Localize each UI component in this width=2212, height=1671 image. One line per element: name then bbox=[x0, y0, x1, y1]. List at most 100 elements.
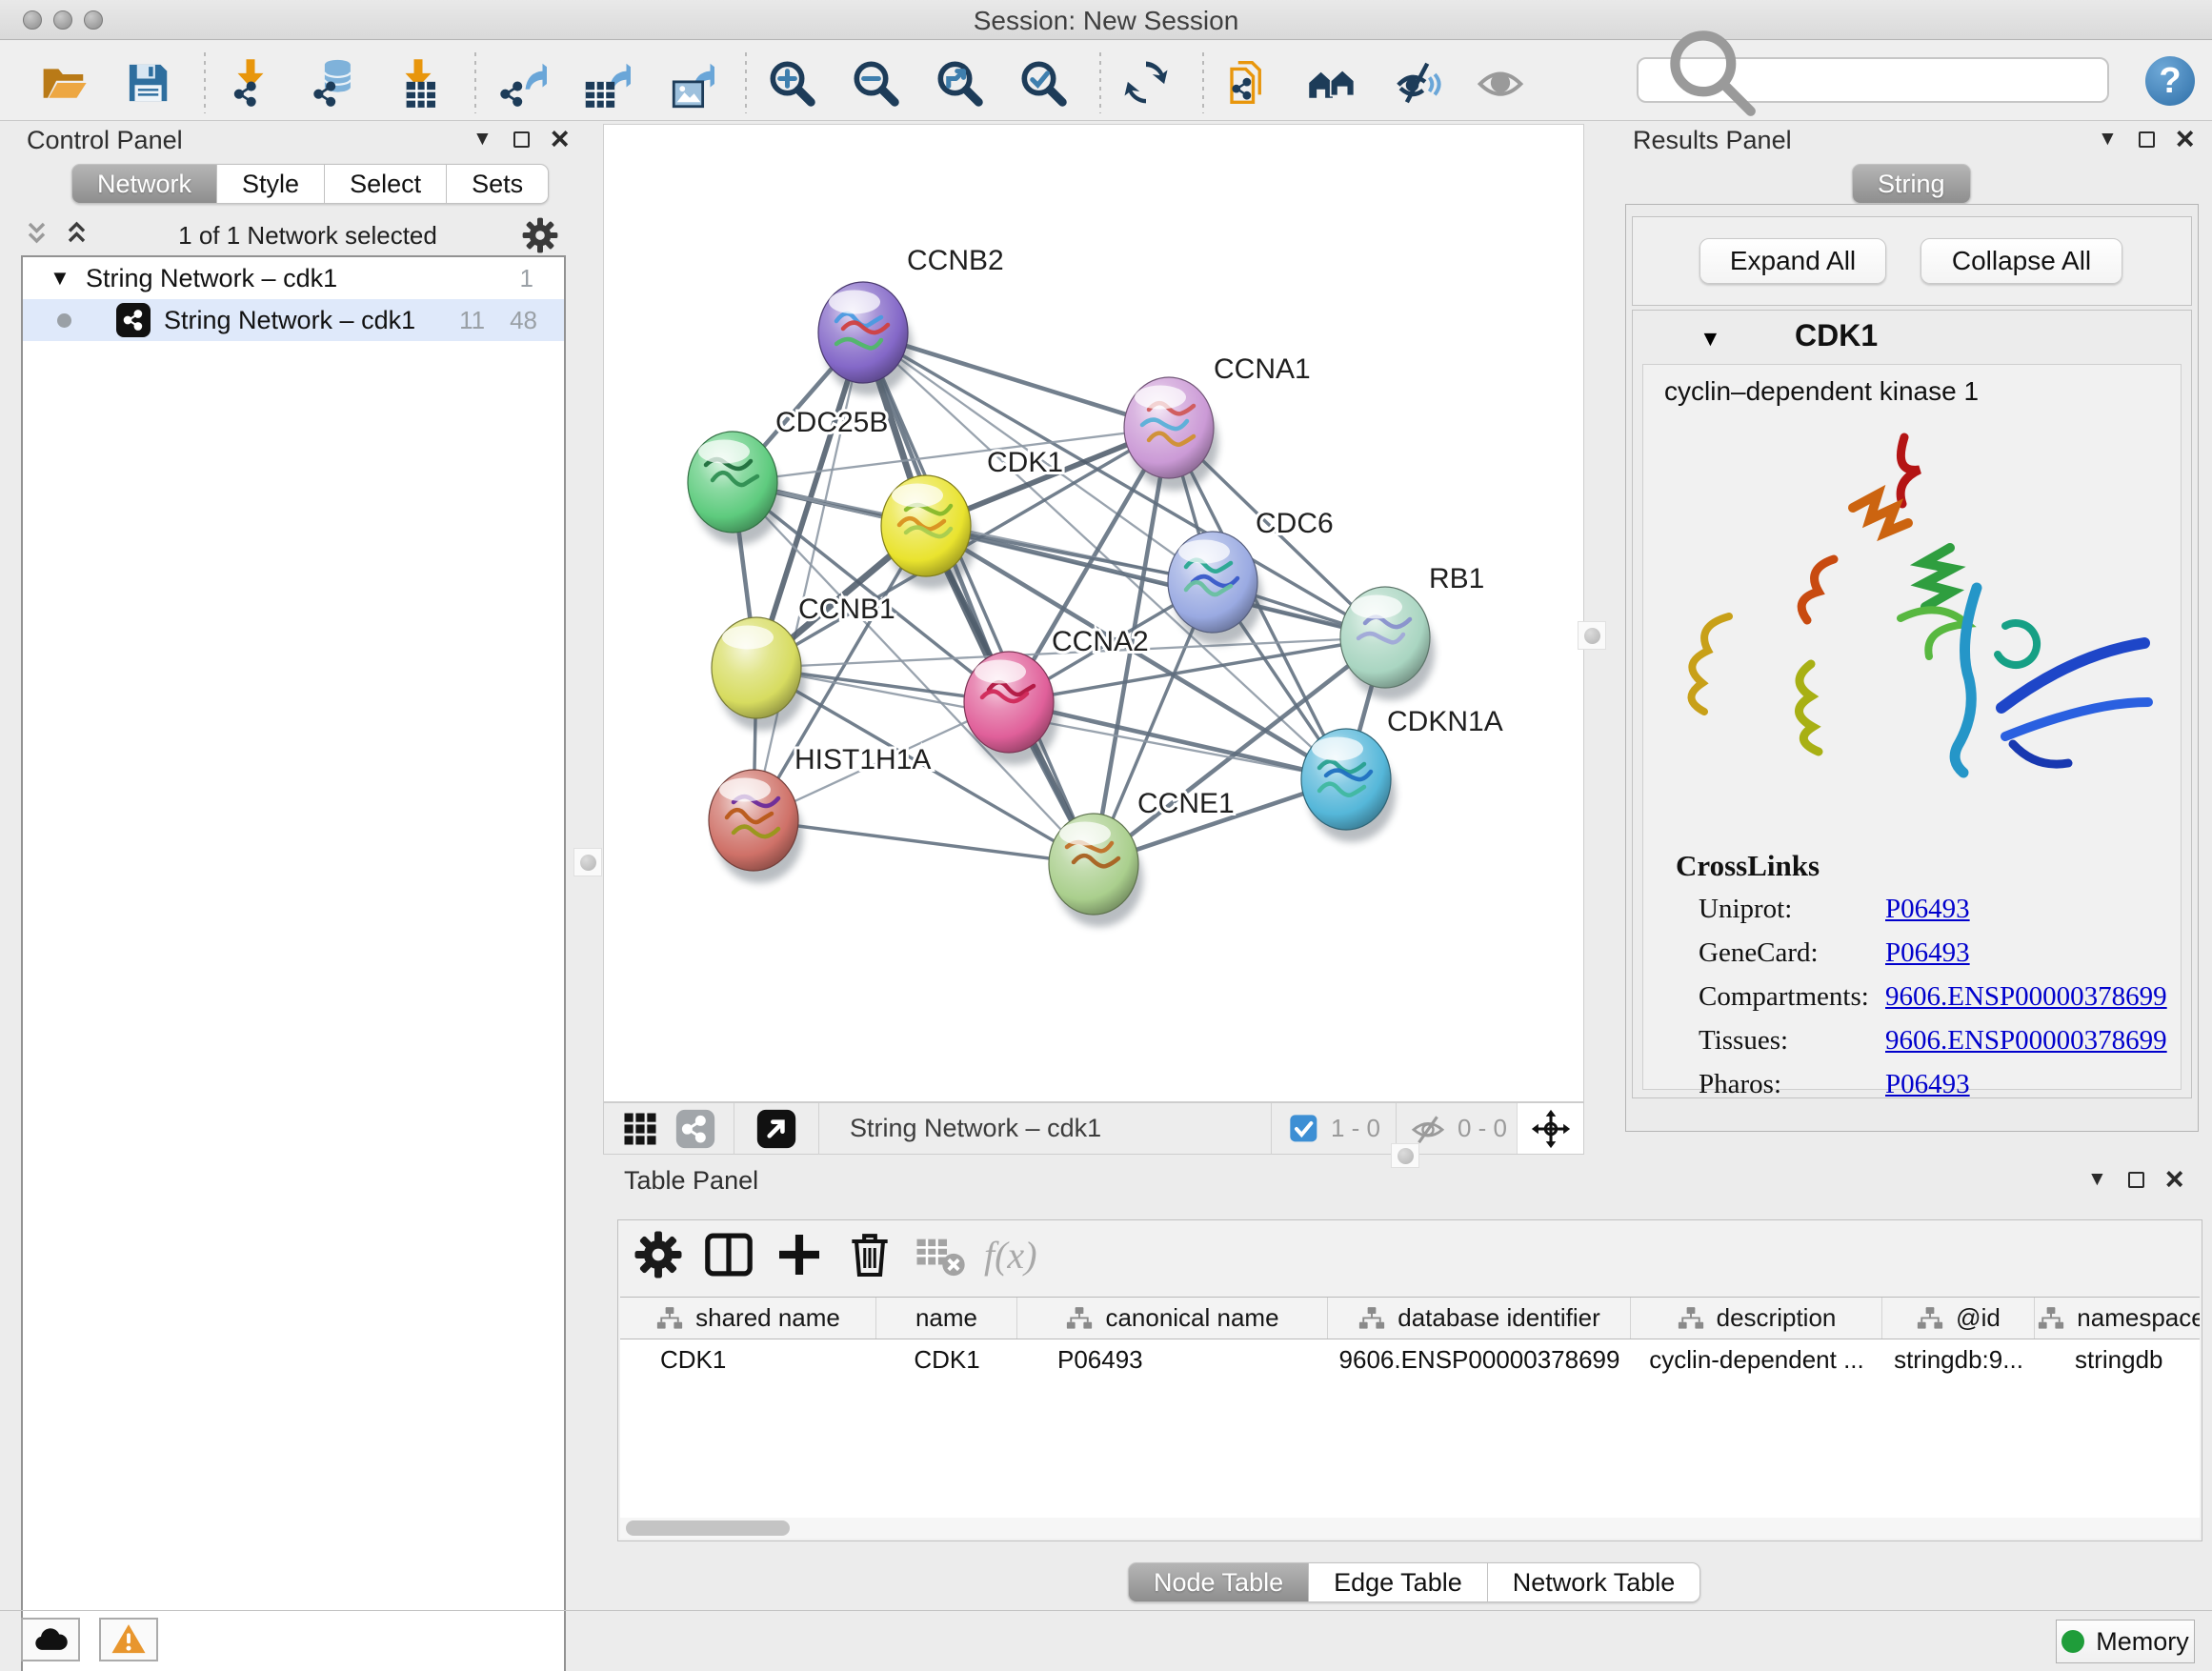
add-column-icon[interactable] bbox=[773, 1228, 826, 1281]
tree-expander-icon[interactable]: ▼ bbox=[50, 266, 78, 291]
network-edge[interactable] bbox=[863, 332, 1094, 864]
network-tree-network-row[interactable]: String Network – cdk1 11 48 bbox=[23, 299, 564, 341]
control-panel-float-icon[interactable] bbox=[513, 131, 530, 148]
column-header[interactable]: database identifier bbox=[1328, 1298, 1631, 1339]
hide-graphics-details-button[interactable] bbox=[1389, 55, 1444, 111]
left-splitter-handle[interactable] bbox=[573, 848, 602, 876]
search-input[interactable] bbox=[1784, 61, 2107, 99]
table-panel-title: Table Panel bbox=[624, 1166, 758, 1196]
crosslink-value-link[interactable]: P06493 bbox=[1885, 894, 1970, 925]
save-session-button[interactable] bbox=[120, 55, 175, 111]
table-settings-icon[interactable] bbox=[632, 1228, 685, 1281]
crosslink-value-link[interactable]: P06493 bbox=[1885, 1069, 1970, 1100]
network-edge[interactable] bbox=[754, 820, 1094, 864]
tab-style[interactable]: Style bbox=[217, 164, 325, 204]
control-panel-close-icon[interactable]: × bbox=[551, 130, 570, 149]
gear-icon[interactable] bbox=[520, 215, 560, 255]
column-header[interactable]: @id bbox=[1882, 1298, 2035, 1339]
tab-sets[interactable]: Sets bbox=[447, 164, 549, 204]
collapse-all-icon[interactable] bbox=[21, 218, 55, 252]
warnings-button[interactable] bbox=[99, 1618, 158, 1661]
network-selection-status: 1 of 1 Network selected bbox=[95, 221, 520, 251]
control-panel-menu-icon[interactable]: ▼ bbox=[473, 128, 493, 151]
help-button[interactable]: ? bbox=[2145, 56, 2195, 106]
table-cell: stringdb:9... bbox=[1882, 1345, 2035, 1375]
zoom-fit-button[interactable] bbox=[932, 55, 987, 111]
import-table-from-file-button[interactable] bbox=[391, 55, 446, 111]
network-share-icon[interactable] bbox=[674, 1108, 716, 1150]
external-link-icon[interactable] bbox=[755, 1108, 797, 1150]
protein-expander-icon[interactable]: ▼ bbox=[1699, 326, 1721, 352]
network-node-ccna1[interactable]: CCNA1 bbox=[1124, 353, 1311, 491]
node-label: CCNB1 bbox=[798, 594, 895, 625]
column-header[interactable]: shared name bbox=[620, 1298, 876, 1339]
import-network-from-database-button[interactable] bbox=[307, 55, 362, 111]
tab-string[interactable]: String bbox=[1852, 164, 1971, 204]
results-panel-menu-icon[interactable]: ▼ bbox=[2098, 128, 2118, 151]
search-box[interactable] bbox=[1637, 57, 2109, 103]
export-table-button[interactable] bbox=[577, 55, 633, 111]
tab-node-table[interactable]: Node Table bbox=[1128, 1562, 1309, 1602]
zoom-out-button[interactable] bbox=[848, 55, 903, 111]
column-header[interactable]: name bbox=[876, 1298, 1017, 1339]
network-node-rb1[interactable]: RB1 bbox=[1340, 563, 1484, 700]
network-node-ccnb2[interactable]: CCNB2 bbox=[818, 245, 1004, 395]
show-columns-icon[interactable] bbox=[702, 1228, 755, 1281]
import-network-from-file-button[interactable] bbox=[223, 55, 278, 111]
results-panel-float-icon[interactable] bbox=[2139, 131, 2155, 148]
crosslinks-heading: CrossLinks bbox=[1676, 849, 1820, 883]
network-node-count: 11 bbox=[459, 306, 485, 335]
zoom-selected-button[interactable] bbox=[1016, 55, 1071, 111]
delete-table-icon bbox=[914, 1228, 967, 1281]
network-collection-count: 1 bbox=[520, 264, 533, 293]
crosshair-icon bbox=[1531, 1109, 1571, 1149]
delete-column-icon[interactable] bbox=[843, 1228, 896, 1281]
table-panel-menu-icon[interactable]: ▼ bbox=[2087, 1168, 2107, 1191]
crosslink-label: Uniprot: bbox=[1699, 894, 1885, 925]
home-button[interactable] bbox=[1305, 55, 1360, 111]
network-node-cdc6[interactable]: CDC6 bbox=[1168, 508, 1334, 645]
network-edge-count: 48 bbox=[510, 306, 537, 335]
right-splitter-handle[interactable] bbox=[1578, 621, 1606, 650]
table-panel-close-icon[interactable]: × bbox=[2165, 1170, 2184, 1189]
scrollbar-thumb[interactable] bbox=[626, 1520, 790, 1536]
hierarchy-icon bbox=[1677, 1304, 1705, 1333]
zoom-in-button[interactable] bbox=[764, 55, 819, 111]
apply-layout-button[interactable] bbox=[1118, 55, 1174, 111]
tab-network-table[interactable]: Network Table bbox=[1488, 1562, 1701, 1602]
export-network-button[interactable] bbox=[493, 55, 549, 111]
network-node-ccne1[interactable]: CCNE1 bbox=[1049, 788, 1235, 927]
network-tree-collection-row[interactable]: ▼ String Network – cdk1 1 bbox=[23, 257, 564, 299]
table-horizontal-scrollbar[interactable] bbox=[620, 1518, 2200, 1539]
crosslink-value-link[interactable]: 9606.ENSP00000378699 bbox=[1885, 981, 2167, 1013]
column-header[interactable]: description bbox=[1631, 1298, 1882, 1339]
bottom-splitter-handle[interactable] bbox=[1391, 1143, 1419, 1168]
network-node-hist1h1a[interactable]: HIST1H1A bbox=[709, 744, 931, 883]
tab-network[interactable]: Network bbox=[71, 164, 217, 204]
expand-all-icon[interactable] bbox=[61, 218, 95, 252]
tab-edge-table[interactable]: Edge Table bbox=[1309, 1562, 1488, 1602]
open-session-button[interactable] bbox=[36, 55, 91, 111]
selected-checkbox-icon[interactable] bbox=[1289, 1114, 1319, 1144]
results-panel-close-icon[interactable]: × bbox=[2176, 130, 2195, 149]
table-row[interactable]: CDK1CDK1P064939606.ENSP00000378699cyclin… bbox=[620, 1339, 2200, 1379]
show-graphics-details-button[interactable] bbox=[1473, 55, 1528, 111]
crosslink-value-link[interactable]: P06493 bbox=[1885, 937, 1970, 969]
table-panel-float-icon[interactable] bbox=[2128, 1172, 2144, 1188]
network-edge[interactable] bbox=[1009, 702, 1346, 779]
network-node-cdkn1a[interactable]: CDKN1A bbox=[1301, 706, 1503, 842]
crosslink-value-link[interactable]: 9606.ENSP00000378699 bbox=[1885, 1025, 2167, 1057]
collapse-all-button[interactable]: Collapse All bbox=[1920, 238, 2122, 284]
tab-select[interactable]: Select bbox=[325, 164, 447, 204]
cloud-status-button[interactable] bbox=[21, 1618, 80, 1661]
column-header[interactable]: canonical name bbox=[1017, 1298, 1328, 1339]
expand-all-button[interactable]: Expand All bbox=[1699, 238, 1886, 284]
network-view-canvas[interactable]: CCNB2CCNA1CDC25BCDK1CDC6RB1CCNB1CCNA2CDK… bbox=[603, 124, 1584, 1102]
memory-button[interactable]: Memory bbox=[2056, 1620, 2195, 1663]
grid-view-icon[interactable] bbox=[619, 1108, 661, 1150]
hierarchy-icon bbox=[1357, 1304, 1386, 1333]
birds-eye-toggle[interactable] bbox=[1517, 1103, 1583, 1154]
column-header[interactable]: namespace bbox=[2035, 1298, 2200, 1339]
share-document-button[interactable] bbox=[1221, 55, 1277, 111]
export-image-button[interactable] bbox=[661, 55, 716, 111]
